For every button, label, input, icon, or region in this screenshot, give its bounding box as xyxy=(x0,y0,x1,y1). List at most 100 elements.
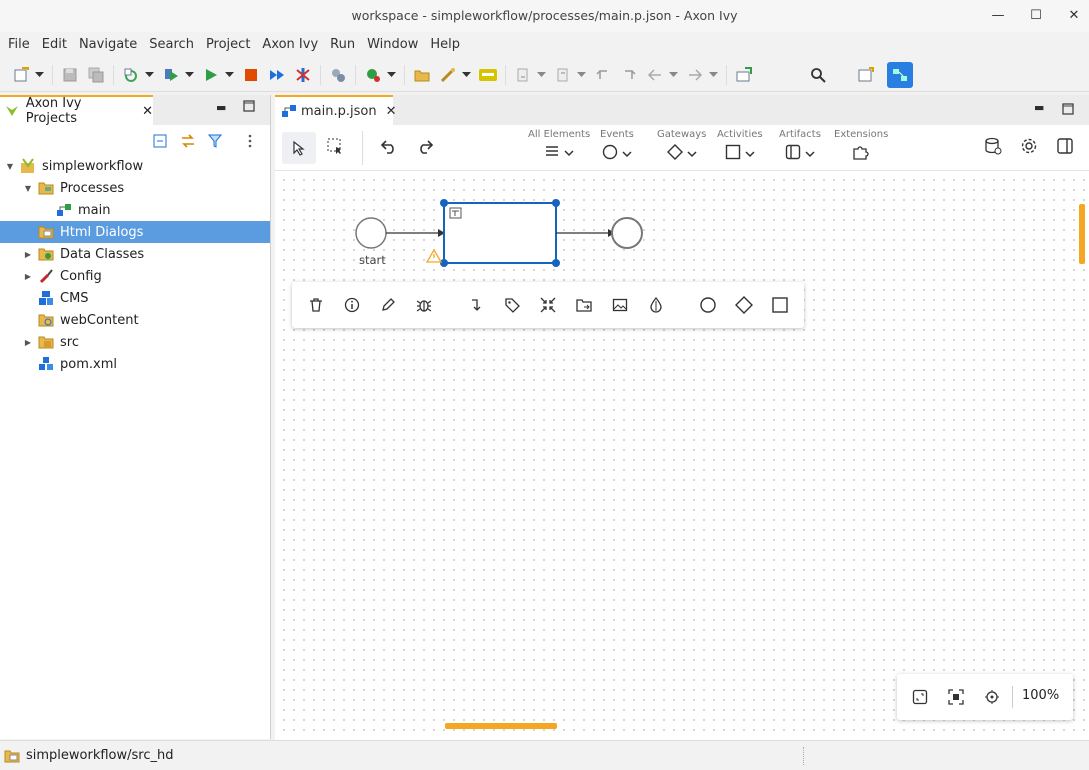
label-tag-icon[interactable] xyxy=(502,295,522,315)
palette-all-elements[interactable]: All Elements xyxy=(528,129,590,162)
maximize-editor-icon[interactable] xyxy=(1062,103,1074,119)
tab-axon-ivy-projects[interactable]: Axon Ivy Projects ✕ xyxy=(0,95,153,126)
minimize-view-icon[interactable]: ▬ xyxy=(216,101,226,114)
palette-artifacts[interactable]: Artifacts xyxy=(779,129,821,164)
palette-extensions[interactable]: Extensions xyxy=(834,129,888,164)
menu-search[interactable]: Search xyxy=(143,33,200,57)
tab-main-p-json[interactable]: main.p.json ✕ xyxy=(275,95,396,125)
filter-icon[interactable] xyxy=(207,134,223,152)
start-event[interactable] xyxy=(355,217,387,249)
tree-item-config[interactable]: ▶ Config xyxy=(0,265,270,287)
select-tool-button[interactable] xyxy=(282,132,316,164)
delete-icon[interactable] xyxy=(306,295,326,315)
origin-target-icon[interactable] xyxy=(984,689,1000,709)
search-icon[interactable] xyxy=(807,64,829,86)
minimize-editor-icon[interactable]: ▬ xyxy=(1034,101,1044,114)
palette-activities[interactable]: Activities xyxy=(717,129,763,164)
menu-window[interactable]: Window xyxy=(361,33,424,57)
forward-dropdown-icon[interactable] xyxy=(708,71,718,78)
vertical-scroll-indicator[interactable] xyxy=(1079,204,1085,264)
undo-icon[interactable] xyxy=(380,137,398,159)
debug-dropdown-icon[interactable] xyxy=(184,71,194,78)
stop-icon[interactable] xyxy=(240,64,262,86)
run-icon[interactable] xyxy=(200,64,222,86)
last-edit-forward-icon[interactable] xyxy=(618,64,640,86)
fit-to-screen-icon[interactable] xyxy=(912,689,928,709)
resize-handle[interactable] xyxy=(552,199,560,207)
menu-run[interactable]: Run xyxy=(324,33,361,57)
export-icon[interactable] xyxy=(733,64,755,86)
palette-gateways[interactable]: Gateways xyxy=(657,129,706,164)
close-tab-icon[interactable]: ✕ xyxy=(386,104,397,119)
view-menu-icon[interactable] xyxy=(247,133,253,153)
menu-navigate[interactable]: Navigate xyxy=(73,33,143,57)
resize-handle[interactable] xyxy=(440,259,448,267)
expand-arrow-icon[interactable]: ▶ xyxy=(22,250,34,259)
palette-events[interactable]: Events xyxy=(600,129,634,164)
save-all-icon[interactable] xyxy=(85,64,107,86)
axon-ivy-perspective-icon[interactable] xyxy=(887,61,913,88)
color-drop-icon[interactable] xyxy=(646,295,666,315)
expand-arrow-icon[interactable]: ▼ xyxy=(4,162,16,171)
refresh-dropdown-icon[interactable] xyxy=(144,71,154,78)
move-to-folder-icon[interactable] xyxy=(574,295,594,315)
engine-dropdown-icon[interactable] xyxy=(386,71,396,78)
diagram-canvas[interactable]: start 100% xyxy=(275,171,1089,738)
info-icon[interactable] xyxy=(342,295,362,315)
back-dropdown-icon[interactable] xyxy=(668,71,678,78)
next-annotation-dropdown-icon[interactable] xyxy=(536,71,546,78)
center-selection-icon[interactable] xyxy=(948,689,964,709)
tree-item-main[interactable]: main xyxy=(0,199,270,221)
deploy-icon[interactable] xyxy=(327,64,349,86)
close-icon[interactable]: ✕ xyxy=(1067,8,1081,23)
forward-icon[interactable] xyxy=(684,64,706,86)
fast-forward-icon[interactable] xyxy=(266,64,288,86)
open-folder-icon[interactable] xyxy=(411,64,433,86)
maximize-icon[interactable]: ☐ xyxy=(1029,8,1043,23)
marquee-tool-button[interactable] xyxy=(326,137,344,159)
menu-project[interactable]: Project xyxy=(200,33,256,57)
minimize-icon[interactable]: — xyxy=(991,8,1005,23)
resize-handle[interactable] xyxy=(552,259,560,267)
tree-item-processes[interactable]: ▼ Processes xyxy=(0,177,270,199)
link-with-editor-icon[interactable] xyxy=(180,133,196,153)
tree-item-src[interactable]: ▶ src xyxy=(0,331,270,353)
expand-arrow-icon[interactable]: ▼ xyxy=(22,184,34,193)
last-edit-back-icon[interactable] xyxy=(592,64,614,86)
resize-handle[interactable] xyxy=(440,199,448,207)
prev-annotation-icon[interactable] xyxy=(552,64,574,86)
menu-help[interactable]: Help xyxy=(424,33,466,57)
prev-annotation-dropdown-icon[interactable] xyxy=(576,71,586,78)
image-icon[interactable] xyxy=(610,295,630,315)
data-class-icon[interactable] xyxy=(984,137,1002,159)
maximize-view-icon[interactable] xyxy=(243,100,255,116)
connect-arrow-icon[interactable] xyxy=(466,295,486,315)
tree-item-simpleworkflow[interactable]: ▼ simpleworkflow xyxy=(0,155,270,177)
wizard-dropdown-icon[interactable] xyxy=(461,71,471,78)
edit-pencil-icon[interactable] xyxy=(378,295,398,315)
menu-axon-ivy[interactable]: Axon Ivy xyxy=(256,33,324,57)
warning-icon[interactable] xyxy=(425,248,443,263)
tree-item-webcontent[interactable]: webContent xyxy=(0,309,270,331)
tree-item-data-classes[interactable]: ▶ Data Classes xyxy=(0,243,270,265)
save-icon[interactable] xyxy=(59,64,81,86)
engine-icon[interactable] xyxy=(362,64,384,86)
append-activity-icon[interactable] xyxy=(770,295,790,315)
refresh-icon[interactable] xyxy=(120,64,142,86)
redo-icon[interactable] xyxy=(416,137,434,159)
debug-run-icon[interactable] xyxy=(160,64,182,86)
settings-gear-icon[interactable] xyxy=(1020,137,1038,159)
append-event-icon[interactable] xyxy=(698,295,718,315)
next-annotation-icon[interactable] xyxy=(512,64,534,86)
tree-item-pom-xml[interactable]: pom.xml xyxy=(0,353,270,375)
new-icon[interactable] xyxy=(10,64,32,86)
collapse-all-icon[interactable] xyxy=(153,134,167,152)
new-dropdown-icon[interactable] xyxy=(34,71,44,78)
wizard-icon[interactable] xyxy=(437,64,459,86)
back-icon[interactable] xyxy=(644,64,666,86)
menu-edit[interactable]: Edit xyxy=(36,33,73,57)
expand-arrow-icon[interactable]: ▶ xyxy=(22,338,34,347)
market-icon[interactable] xyxy=(477,64,499,86)
open-perspective-icon[interactable] xyxy=(855,64,877,86)
tree-item-cms[interactable]: CMS xyxy=(0,287,270,309)
